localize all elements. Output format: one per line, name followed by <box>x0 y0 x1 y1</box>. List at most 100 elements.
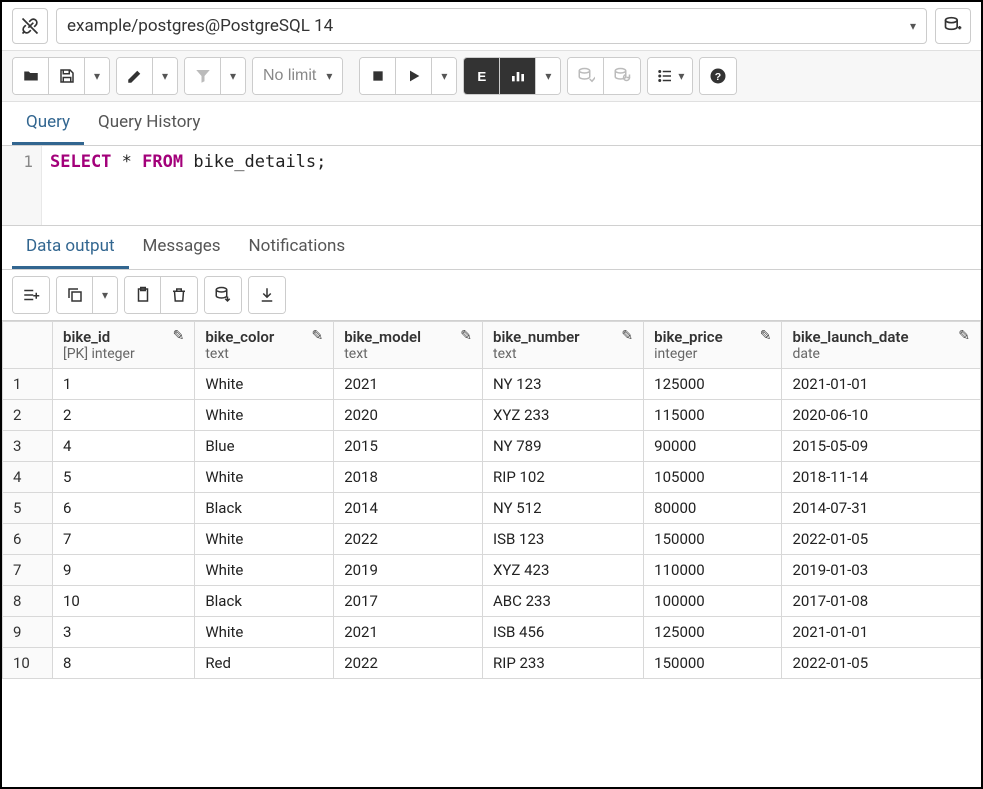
column-header-bike_launch_date[interactable]: bike_launch_datedate✎ <box>782 322 981 369</box>
cell[interactable]: XYZ 233 <box>483 400 644 431</box>
cell[interactable]: 7 <box>53 524 195 555</box>
cell[interactable]: 115000 <box>644 400 782 431</box>
cell[interactable]: ABC 233 <box>483 586 644 617</box>
row-number[interactable]: 4 <box>3 462 53 493</box>
cell[interactable]: White <box>195 617 334 648</box>
cell[interactable]: NY 512 <box>483 493 644 524</box>
table-row[interactable]: 56Black2014NY 512800002014-07-31 <box>3 493 981 524</box>
tab-query[interactable]: Query <box>12 102 84 145</box>
cell[interactable]: 2022 <box>334 524 483 555</box>
cell[interactable]: 80000 <box>644 493 782 524</box>
open-file-button[interactable] <box>13 58 49 94</box>
table-row[interactable]: 11White2021NY 1231250002021-01-01 <box>3 369 981 400</box>
cell[interactable]: White <box>195 369 334 400</box>
cell[interactable]: 2017-01-08 <box>782 586 981 617</box>
cell[interactable]: RIP 233 <box>483 648 644 679</box>
cell[interactable]: ISB 456 <box>483 617 644 648</box>
cell[interactable]: 125000 <box>644 617 782 648</box>
cell[interactable]: 3 <box>53 617 195 648</box>
column-header-bike_number[interactable]: bike_numbertext✎ <box>483 322 644 369</box>
paste-button[interactable] <box>125 277 161 313</box>
table-row[interactable]: 34Blue2015NY 789900002015-05-09 <box>3 431 981 462</box>
copy-button[interactable] <box>57 277 93 313</box>
cell[interactable]: 2018 <box>334 462 483 493</box>
rollback-button[interactable] <box>604 58 640 94</box>
cell[interactable]: 10 <box>53 586 195 617</box>
macros-button[interactable]: ▾ <box>648 58 692 94</box>
cell[interactable]: 100000 <box>644 586 782 617</box>
row-number[interactable]: 8 <box>3 586 53 617</box>
cell[interactable]: 2019 <box>334 555 483 586</box>
pencil-icon[interactable]: ✎ <box>760 328 772 344</box>
filter-dropdown[interactable]: ▾ <box>221 58 245 94</box>
cell[interactable]: 2014 <box>334 493 483 524</box>
cell[interactable]: 8 <box>53 648 195 679</box>
cell[interactable]: ISB 123 <box>483 524 644 555</box>
copy-dropdown[interactable]: ▾ <box>93 277 117 313</box>
column-header-bike_color[interactable]: bike_colortext✎ <box>195 322 334 369</box>
tab-data-output[interactable]: Data output <box>12 226 129 269</box>
edit-dropdown[interactable]: ▾ <box>153 58 177 94</box>
cell[interactable]: 2021 <box>334 617 483 648</box>
connection-dropdown[interactable]: example/postgres@PostgreSQL 14 ▾ <box>56 8 927 44</box>
pencil-icon[interactable]: ✎ <box>958 328 970 344</box>
pencil-icon[interactable]: ✎ <box>311 328 323 344</box>
connection-status-button[interactable] <box>12 8 48 44</box>
download-button[interactable] <box>249 277 285 313</box>
cell[interactable]: 2015 <box>334 431 483 462</box>
cell[interactable]: Black <box>195 493 334 524</box>
new-connection-button[interactable] <box>935 8 971 44</box>
cell[interactable]: Black <box>195 586 334 617</box>
rownum-header[interactable] <box>3 322 53 369</box>
cell[interactable]: 150000 <box>644 648 782 679</box>
cell[interactable]: 2 <box>53 400 195 431</box>
cell[interactable]: 2022 <box>334 648 483 679</box>
table-row[interactable]: 810Black2017ABC 2331000002017-01-08 <box>3 586 981 617</box>
filter-button[interactable] <box>185 58 221 94</box>
save-button[interactable] <box>49 58 85 94</box>
table-row[interactable]: 93White2021ISB 4561250002021-01-01 <box>3 617 981 648</box>
cell[interactable]: White <box>195 462 334 493</box>
sql-code[interactable]: SELECT * FROM bike_details; <box>42 146 981 225</box>
save-dropdown[interactable]: ▾ <box>85 58 109 94</box>
cell[interactable]: 2021 <box>334 369 483 400</box>
cell[interactable]: 2020 <box>334 400 483 431</box>
pencil-icon[interactable]: ✎ <box>460 328 472 344</box>
table-row[interactable]: 22White2020XYZ 2331150002020-06-10 <box>3 400 981 431</box>
cell[interactable]: White <box>195 555 334 586</box>
cell[interactable]: 2022-01-05 <box>782 648 981 679</box>
cell[interactable]: 90000 <box>644 431 782 462</box>
column-header-bike_id[interactable]: bike_id[PK] integer✎ <box>53 322 195 369</box>
column-header-bike_price[interactable]: bike_priceinteger✎ <box>644 322 782 369</box>
sql-editor[interactable]: 1 SELECT * FROM bike_details; <box>2 146 981 226</box>
cell[interactable]: 6 <box>53 493 195 524</box>
row-limit-dropdown[interactable]: No limit ▾ <box>253 58 342 94</box>
cell[interactable]: 2021-01-01 <box>782 617 981 648</box>
help-button[interactable]: ? <box>700 58 736 94</box>
execute-button[interactable] <box>396 58 432 94</box>
cell[interactable]: 125000 <box>644 369 782 400</box>
cell[interactable]: 110000 <box>644 555 782 586</box>
save-data-button[interactable] <box>205 277 241 313</box>
edit-button[interactable] <box>117 58 153 94</box>
result-grid[interactable]: bike_id[PK] integer✎bike_colortext✎bike_… <box>2 321 981 679</box>
explain-button[interactable]: E <box>464 58 500 94</box>
add-row-button[interactable] <box>13 277 49 313</box>
table-row[interactable]: 67White2022ISB 1231500002022-01-05 <box>3 524 981 555</box>
cell[interactable]: Red <box>195 648 334 679</box>
row-number[interactable]: 1 <box>3 369 53 400</box>
cell[interactable]: 150000 <box>644 524 782 555</box>
pencil-icon[interactable]: ✎ <box>621 328 633 344</box>
stop-button[interactable] <box>360 58 396 94</box>
table-row[interactable]: 108Red2022RIP 2331500002022-01-05 <box>3 648 981 679</box>
tab-messages[interactable]: Messages <box>129 226 235 269</box>
cell[interactable]: XYZ 423 <box>483 555 644 586</box>
cell[interactable]: Blue <box>195 431 334 462</box>
row-number[interactable]: 6 <box>3 524 53 555</box>
column-header-bike_model[interactable]: bike_modeltext✎ <box>334 322 483 369</box>
cell[interactable]: 9 <box>53 555 195 586</box>
cell[interactable]: 5 <box>53 462 195 493</box>
table-row[interactable]: 45White2018RIP 1021050002018-11-14 <box>3 462 981 493</box>
cell[interactable]: 2014-07-31 <box>782 493 981 524</box>
cell[interactable]: 105000 <box>644 462 782 493</box>
